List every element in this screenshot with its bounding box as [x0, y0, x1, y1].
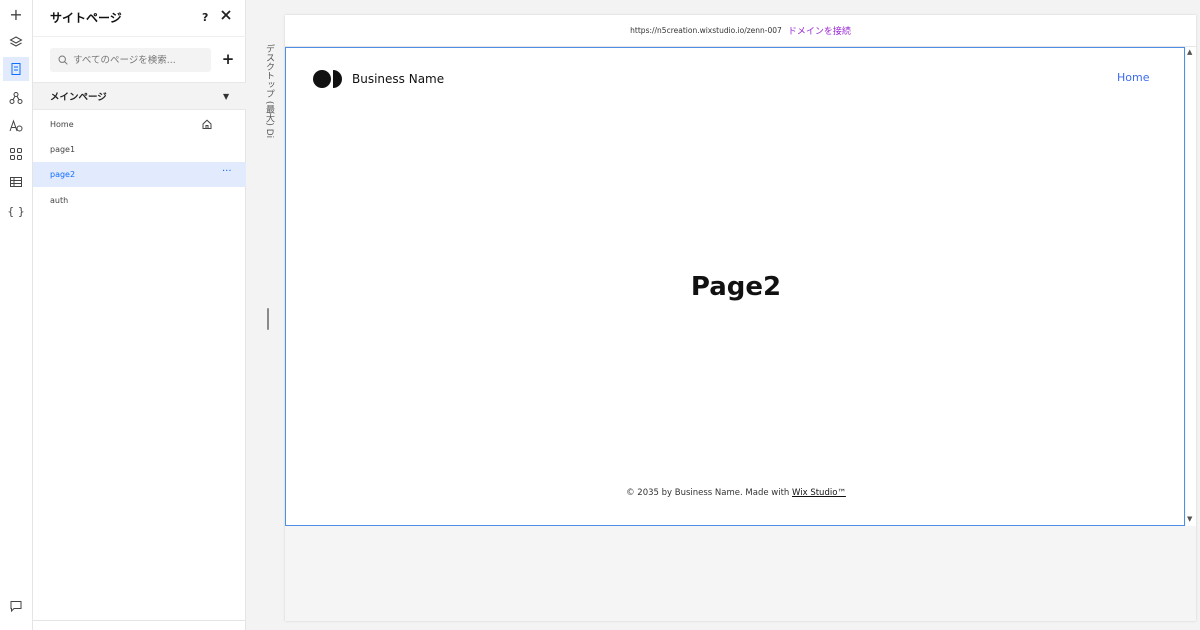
pages-button[interactable] — [3, 57, 29, 81]
scroll-up-arrow[interactable]: ▲ — [1187, 48, 1192, 56]
page-label: auth — [50, 196, 69, 205]
wix-studio-link[interactable]: Wix Studio™ — [792, 488, 846, 498]
text-theme-button[interactable] — [3, 114, 29, 138]
connections-icon — [9, 92, 23, 104]
section-label: メインページ — [50, 92, 107, 103]
footer-copyright: © 2035 by Business Name. Made with — [626, 488, 793, 498]
page-preview[interactable]: Business Name Home Page2 © 2035 by Busin… — [285, 47, 1185, 526]
caret-down-icon[interactable]: ▼ — [223, 92, 229, 101]
page-label: page1 — [50, 145, 76, 154]
plus-icon: + — [9, 4, 23, 24]
help-button[interactable]: ? — [202, 11, 208, 24]
connect-domain-link[interactable]: ドメインを接続 — [788, 24, 851, 37]
main-pages-section[interactable]: メインページ ▼ — [33, 82, 246, 110]
url-bar: https://n5creation.wixstudio.io/zenn-007… — [285, 15, 1196, 47]
layers-button[interactable] — [3, 30, 29, 54]
table-icon — [10, 177, 22, 187]
device-mode-label[interactable]: デスクトップ (最大) Di — [262, 44, 276, 138]
panel-title: サイトページ — [50, 11, 122, 25]
page-search-box[interactable] — [50, 48, 211, 72]
text-theme-icon — [9, 119, 23, 132]
page-item-page1[interactable]: page1 — [33, 137, 246, 162]
divider — [33, 36, 246, 37]
close-icon[interactable] — [219, 8, 233, 22]
pages-icon — [11, 63, 21, 75]
add-page-button[interactable]: + — [220, 50, 236, 68]
site-url: https://n5creation.wixstudio.io/zenn-007 — [630, 26, 782, 35]
logo-icon — [313, 70, 342, 88]
layers-icon — [9, 36, 23, 47]
left-toolbar: + { } — [0, 0, 33, 630]
more-actions-button[interactable]: ··· — [222, 166, 232, 177]
connections-button[interactable] — [3, 86, 29, 110]
canvas-scrollbar[interactable]: ▲ ▼ — [1186, 47, 1196, 526]
add-element-button[interactable]: + — [3, 2, 29, 26]
code-icon: { } — [7, 204, 25, 218]
footer-text[interactable]: © 2035 by Business Name. Made with Wix S… — [286, 488, 1186, 498]
cms-button[interactable] — [3, 170, 29, 194]
page-label: page2 — [50, 170, 76, 179]
page-title[interactable]: Page2 — [286, 272, 1186, 302]
site-pages-panel: サイトページ ? + メインページ ▼ Home page1 page2 ···… — [33, 0, 246, 630]
chat-icon — [10, 601, 22, 613]
home-icon — [202, 119, 212, 129]
page-label: Home — [50, 120, 74, 129]
canvas-resize-handle[interactable] — [267, 308, 269, 330]
page-item-page2[interactable]: page2 ··· — [33, 162, 246, 187]
chat-button[interactable] — [3, 594, 29, 618]
panel-bottom-divider — [33, 620, 246, 621]
apps-icon — [10, 148, 22, 160]
code-button[interactable]: { } — [3, 199, 29, 223]
editor-canvas: https://n5creation.wixstudio.io/zenn-007… — [285, 15, 1196, 621]
apps-button[interactable] — [3, 142, 29, 166]
search-input[interactable] — [73, 54, 211, 66]
scroll-down-arrow[interactable]: ▼ — [1187, 515, 1192, 523]
page-item-auth[interactable]: auth — [33, 188, 246, 213]
nav-home-link[interactable]: Home — [1117, 71, 1149, 84]
search-icon — [58, 55, 68, 65]
page-item-home[interactable]: Home — [33, 112, 246, 137]
business-name[interactable]: Business Name — [352, 72, 444, 86]
